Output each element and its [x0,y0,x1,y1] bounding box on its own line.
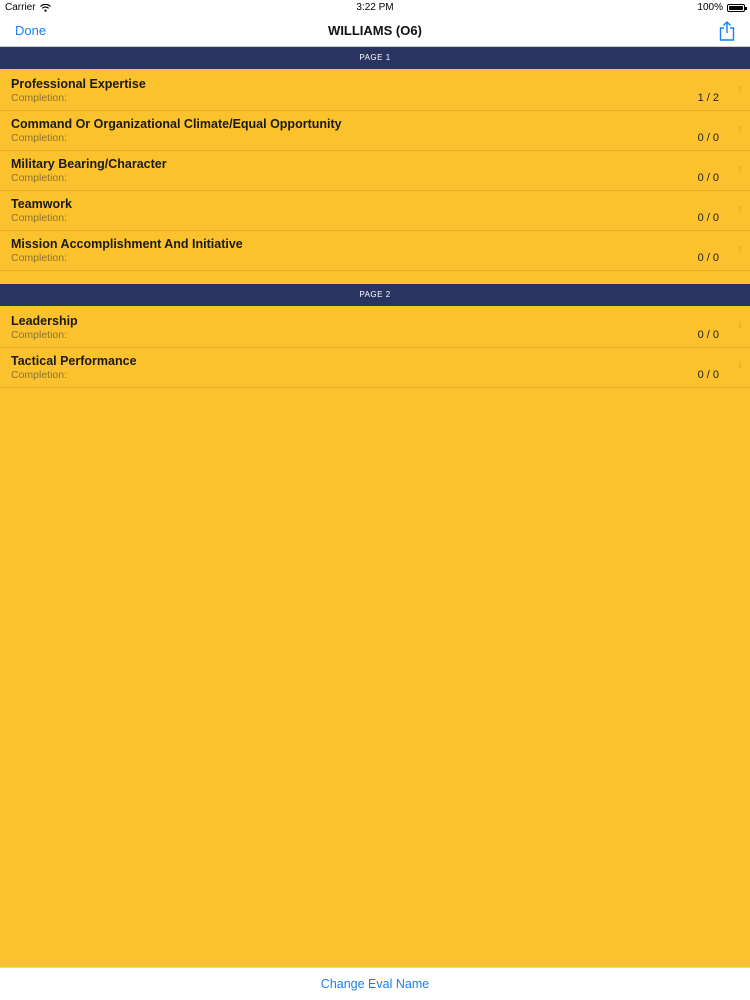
battery-percent: 100% [697,2,723,13]
item-title: Teamwork [11,197,72,211]
battery-icon [727,3,747,12]
status-time: 3:22 PM [356,2,394,13]
completion-count: 0 / 0 [697,172,719,184]
chevron-right-icon: › [738,318,742,332]
item-title: Professional Expertise [11,77,146,91]
completion-count: 0 / 0 [697,369,719,381]
list-item-tactical-performance[interactable]: Tactical Performance Completion: 0 / 0 › [0,348,750,388]
item-subtitle: Completion: [11,369,68,381]
page-title: WILLIAMS (O6) [328,23,422,38]
completion-count: 0 / 0 [697,212,719,224]
navigation-bar: Done WILLIAMS (O6) [0,16,750,47]
item-subtitle: Completion: [11,92,68,104]
completion-count: 0 / 0 [697,132,719,144]
section-header-page-1: PAGE 1 [0,47,750,69]
status-bar: Carrier 3:22 PM 100% [0,0,750,16]
list-item-command-climate[interactable]: Command Or Organizational Climate/Equal … [0,111,750,151]
chevron-right-icon: › [738,201,742,215]
item-subtitle: Completion: [11,132,68,144]
item-subtitle: Completion: [11,172,68,184]
list-item-professional-expertise[interactable]: Professional Expertise Completion: 1 / 2… [0,71,750,111]
completion-count: 0 / 0 [697,252,719,264]
status-bar-right: 100% [697,2,747,13]
completion-count: 1 / 2 [697,92,719,104]
chevron-right-icon: › [738,241,742,255]
list-item-teamwork[interactable]: Teamwork Completion: 0 / 0 › [0,191,750,231]
list-item-mission-accomplishment[interactable]: Mission Accomplishment And Initiative Co… [0,231,750,271]
item-subtitle: Completion: [11,329,68,341]
list-item-military-bearing[interactable]: Military Bearing/Character Completion: 0… [0,151,750,191]
item-title: Leadership [11,314,78,328]
item-title: Military Bearing/Character [11,157,167,171]
change-eval-name-button[interactable]: Change Eval Name [0,977,750,991]
section-header-page-2: PAGE 2 [0,284,750,306]
chevron-right-icon: › [738,81,742,95]
chevron-right-icon: › [738,161,742,175]
chevron-right-icon: › [738,358,742,372]
list-item-leadership[interactable]: Leadership Completion: 0 / 0 › [0,308,750,348]
item-subtitle: Completion: [11,212,68,224]
chevron-right-icon: › [738,121,742,135]
bottom-toolbar: Change Eval Name [0,967,750,1000]
completion-count: 0 / 0 [697,329,719,341]
item-title: Mission Accomplishment And Initiative [11,237,243,251]
share-icon[interactable] [718,20,736,42]
item-title: Command Or Organizational Climate/Equal … [11,117,342,131]
item-title: Tactical Performance [11,354,137,368]
item-subtitle: Completion: [11,252,68,264]
